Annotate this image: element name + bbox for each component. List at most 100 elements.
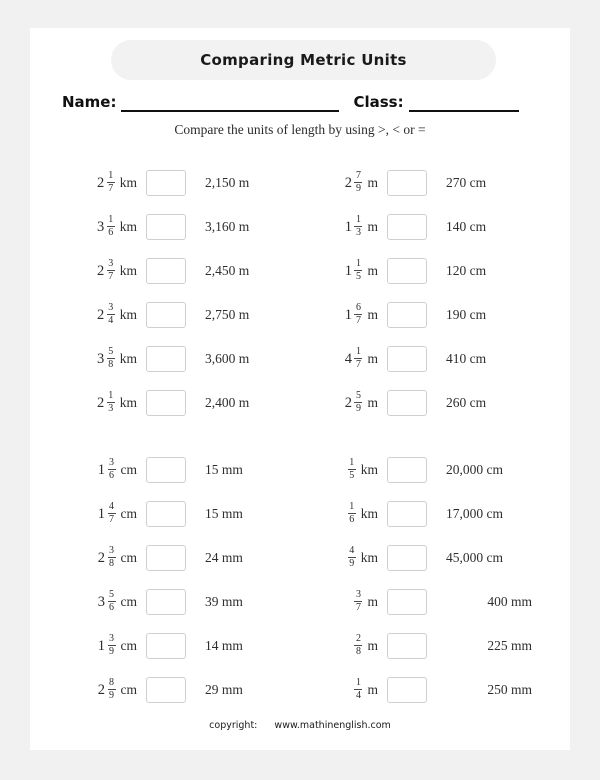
problem-row: 2 1 7 km 2,150 m 2 7 9 m 270 cm <box>62 161 544 205</box>
unit-label: m <box>367 351 378 366</box>
comparison-answer-box[interactable] <box>387 390 427 416</box>
fraction: 17 <box>106 170 115 194</box>
problem-right-term: 3,600 m <box>205 351 250 366</box>
problem-left-term: 115 m <box>303 258 387 283</box>
unit-label: m <box>367 263 378 278</box>
unit-label: km <box>360 462 378 477</box>
problem-left-term: 1 6 km <box>303 501 387 526</box>
comparison-answer-box[interactable] <box>387 589 427 615</box>
problem-cell: 2 3 7 km 2,450 m <box>62 258 303 284</box>
class-input-line[interactable] <box>408 93 519 112</box>
comparison-answer-box[interactable] <box>146 214 186 240</box>
comparison-answer-box[interactable] <box>387 346 427 372</box>
fraction: 56 <box>107 590 116 613</box>
comparison-answer-box[interactable] <box>387 633 427 659</box>
comparison-answer-box[interactable] <box>387 170 427 196</box>
unit-label: m <box>367 175 378 190</box>
problem-cell: 1 3 9 cm 14 mm <box>62 633 303 659</box>
comparison-answer-box[interactable] <box>146 589 186 615</box>
problem-left-term: 2 1 3 km <box>62 391 146 415</box>
fraction-denominator: 7 <box>355 359 361 370</box>
fraction-numerator: 5 <box>108 346 114 357</box>
fraction-denominator: 5 <box>355 271 361 282</box>
comparison-answer-box[interactable] <box>146 457 186 483</box>
whole-number: 2 <box>96 174 105 191</box>
fraction: 37 <box>354 589 363 613</box>
problem-cell: 2 5 9 m 260 cm <box>303 390 544 416</box>
fraction-denominator: 6 <box>349 514 355 525</box>
fraction-denominator: 5 <box>349 470 355 481</box>
whole-number: 1 <box>97 505 105 522</box>
fraction-numerator: 1 <box>355 258 361 269</box>
fraction: 59 <box>354 391 363 414</box>
comparison-answer-box[interactable] <box>387 214 427 240</box>
problem-right-term: 225 mm <box>487 638 532 653</box>
comparison-answer-box[interactable] <box>387 677 427 703</box>
problem-left-term: 37m <box>303 589 387 614</box>
comparison-answer-box[interactable] <box>146 390 186 416</box>
comparison-answer-box[interactable] <box>387 501 427 527</box>
comparison-answer-box[interactable] <box>146 633 186 659</box>
fraction-denominator: 7 <box>355 315 361 326</box>
comparison-answer-box[interactable] <box>146 258 186 284</box>
problem-row: 2 1 3 km 2,400 m 2 5 9 m 260 cm <box>62 381 544 425</box>
problem-right-term: 14 mm <box>205 638 243 653</box>
fraction-numerator: 1 <box>108 170 114 181</box>
whole-number: 4 <box>344 350 352 367</box>
fraction-denominator: 4 <box>355 690 361 701</box>
unit-label: km <box>119 219 137 234</box>
worksheet-title-banner: Comparing Metric Units <box>111 40 496 80</box>
comparison-answer-box[interactable] <box>387 258 427 284</box>
problem-left-term: 2 3 4 km <box>62 303 146 327</box>
unit-label: cm <box>120 462 138 477</box>
problem-left-term: 279m <box>303 171 387 195</box>
problem-cell: 2 3 8 cm 24 mm <box>62 545 303 571</box>
problem-row: 3 5 6 cm 39 mm 3 7 m 400 mm <box>62 580 544 624</box>
fraction: 39 <box>107 634 116 657</box>
fraction-numerator: 3 <box>355 589 361 600</box>
unit-label: km <box>119 351 137 366</box>
whole-number: 2 <box>97 549 105 566</box>
worksheet-page: Comparing Metric Units Name: Class: Comp… <box>30 28 570 750</box>
name-label: Name: <box>62 93 117 111</box>
problem-cell: 3 5 8 km 3,600 m <box>62 346 303 372</box>
comparison-answer-box[interactable] <box>387 302 427 328</box>
comparison-answer-box[interactable] <box>146 501 186 527</box>
fraction: 16 <box>347 501 356 525</box>
comparison-answer-box[interactable] <box>387 457 427 483</box>
unit-label: km <box>119 307 137 322</box>
problem-right-term: 2,750 m <box>205 307 250 322</box>
whole-number: 2 <box>97 681 105 698</box>
problem-cell: 3 1 6 km 3,160 m <box>62 214 303 240</box>
unit-label: m <box>367 682 378 697</box>
comparison-answer-box[interactable] <box>146 302 186 328</box>
problem-right-term: 17,000 cm <box>446 506 503 521</box>
fraction: 28 <box>354 634 363 657</box>
whole-number: 3 <box>97 593 105 610</box>
whole-number: 2 <box>96 262 105 279</box>
website-url: www.mathinenglish.com <box>274 720 391 731</box>
fraction: 67 <box>354 303 363 326</box>
comparison-answer-box[interactable] <box>146 346 186 372</box>
comparison-answer-box[interactable] <box>146 170 186 196</box>
comparison-answer-box[interactable] <box>146 677 186 703</box>
fraction-numerator: 3 <box>108 258 114 269</box>
fraction-numerator: 8 <box>109 677 114 688</box>
fraction-denominator: 3 <box>355 227 361 238</box>
fraction-denominator: 9 <box>109 646 114 657</box>
comparison-answer-box[interactable] <box>387 545 427 571</box>
fraction-numerator: 1 <box>355 677 361 688</box>
problem-cell: 2 3 4 km 2,750 m <box>62 302 303 328</box>
problem-left-term: 2 3 7 km <box>62 258 146 283</box>
problem-left-term: 417m <box>303 347 387 371</box>
fraction-numerator: 1 <box>349 501 355 512</box>
comparison-answer-box[interactable] <box>146 545 186 571</box>
name-input-line[interactable] <box>121 93 340 112</box>
fraction: 37 <box>106 258 115 282</box>
problem-block-1: 2 1 7 km 2,150 m 2 7 9 m 270 cm 3 1 6 km 3,160 m 1 1 3 m 14… <box>62 161 544 425</box>
problem-right-term: 250 mm <box>487 682 532 697</box>
fraction: 15 <box>354 258 363 282</box>
fraction-denominator: 7 <box>355 602 361 613</box>
fraction-denominator: 7 <box>108 271 114 282</box>
problem-left-term: 2 3 8 cm <box>62 546 146 570</box>
